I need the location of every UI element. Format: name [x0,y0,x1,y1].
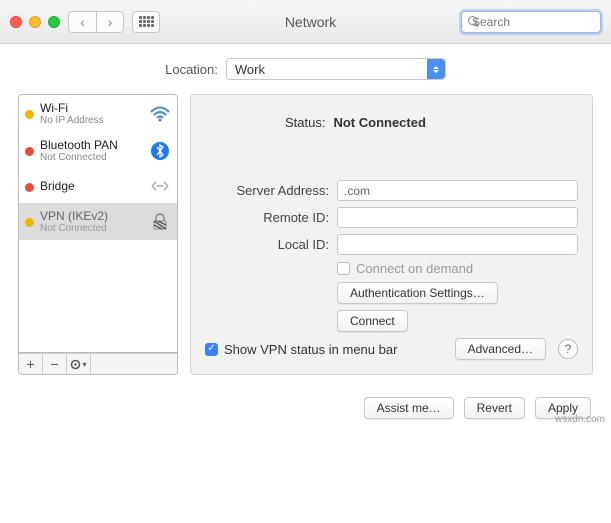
revert-button[interactable]: Revert [464,397,525,419]
connect-button[interactable]: Connect [337,310,408,332]
authentication-settings-button[interactable]: Authentication Settings… [337,282,498,304]
service-name: Bluetooth PAN [40,138,143,152]
assist-me-button[interactable]: Assist me… [364,397,454,419]
bridge-icon [149,175,171,197]
footer: Assist me… Revert Apply [0,387,611,433]
service-name: Wi-Fi [40,101,143,115]
zoom-window-button[interactable] [48,16,60,28]
wifi-icon [149,103,171,125]
list-tools: + − ▾ [18,353,178,375]
status-dot-icon [25,183,34,192]
chevron-up-down-icon [427,59,445,79]
search-field[interactable] [461,11,601,33]
back-button[interactable]: ‹ [68,11,96,33]
status-dot-icon [25,147,34,156]
service-bluetooth[interactable]: Bluetooth PAN Not Connected [19,132,177,169]
forward-button[interactable]: › [96,11,124,33]
remote-id-label: Remote ID: [205,210,337,225]
search-input[interactable] [472,15,611,29]
chevron-down-icon: ▾ [82,360,86,369]
service-bridge[interactable]: Bridge [19,169,177,203]
window-title: Network [168,14,453,30]
service-vpn[interactable]: VPN (IKEv2) Not Connected [19,203,177,240]
connect-on-demand-label: Connect on demand [356,261,473,276]
watermark: wsxdn.com [555,414,605,425]
gear-icon [70,359,81,370]
service-list: Wi-Fi No IP Address Bluetooth PAN Not Co… [18,94,178,353]
actions-menu-button[interactable]: ▾ [67,354,91,374]
server-address-input[interactable] [337,180,578,201]
service-status: Not Connected [40,152,143,163]
location-select[interactable]: Work [226,58,446,80]
status-label: Status: [285,115,325,130]
grid-icon [139,16,154,27]
show-vpn-status-checkbox[interactable] [205,343,218,356]
vpn-icon [149,211,171,233]
service-name: VPN (IKEv2) [40,209,143,223]
status-value: Not Connected [333,115,425,130]
remove-service-button[interactable]: − [43,354,67,374]
connect-on-demand-checkbox[interactable] [337,262,350,275]
status-dot-icon [25,218,34,227]
nav-buttons: ‹ › [68,11,124,33]
titlebar: ‹ › Network [0,0,611,44]
detail-pane: Status: Not Connected Server Address: Re… [190,94,593,375]
service-wifi[interactable]: Wi-Fi No IP Address [19,95,177,132]
add-service-button[interactable]: + [19,354,43,374]
location-row: Location: Work [0,44,611,94]
close-window-button[interactable] [10,16,22,28]
bluetooth-icon [149,140,171,162]
service-status: No IP Address [40,115,143,126]
server-address-label: Server Address: [205,183,337,198]
minimize-window-button[interactable] [29,16,41,28]
show-all-button[interactable] [132,11,160,33]
local-id-input[interactable] [337,234,578,255]
show-vpn-status-label: Show VPN status in menu bar [224,342,397,357]
window-controls [10,16,60,28]
service-status: Not Connected [40,223,143,234]
status-dot-icon [25,110,34,119]
advanced-button[interactable]: Advanced… [455,338,546,360]
remote-id-input[interactable] [337,207,578,228]
help-button[interactable]: ? [558,339,578,359]
service-name: Bridge [40,179,143,193]
location-label: Location: [165,62,218,77]
sidebar: Wi-Fi No IP Address Bluetooth PAN Not Co… [18,94,178,375]
location-value: Work [235,62,265,77]
local-id-label: Local ID: [205,237,337,252]
